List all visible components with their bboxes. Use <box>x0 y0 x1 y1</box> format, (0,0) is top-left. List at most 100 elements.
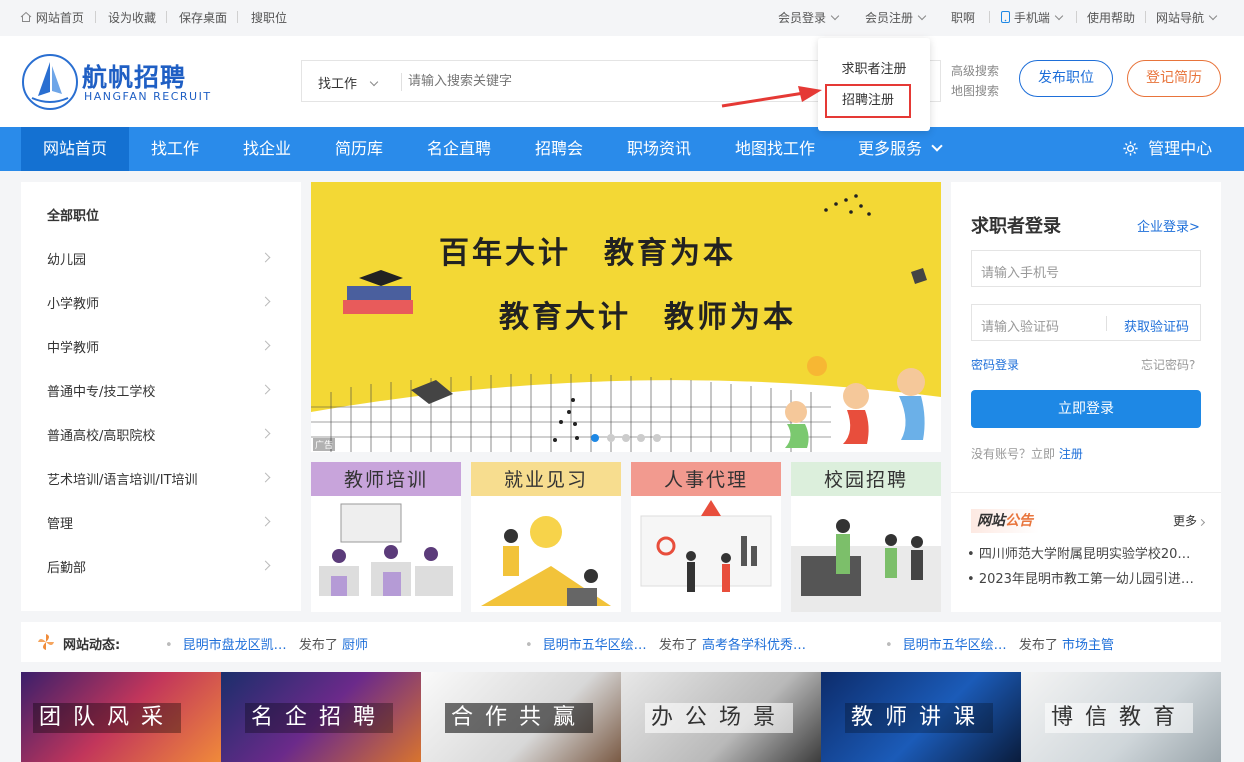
tile-label: 名企招聘 <box>245 703 394 733</box>
campus-illustration <box>791 519 941 612</box>
notice-item-text: 2023年昆明市教工第一幼儿园引进… <box>978 572 1194 587</box>
member-register-menu[interactable]: 会员注册 <box>865 9 927 26</box>
gear-icon <box>1123 141 1138 156</box>
divider <box>401 73 402 91</box>
map-search-link[interactable]: 地图搜索 <box>951 82 999 99</box>
card-personnel-agency[interactable]: 人事代理 <box>631 462 781 612</box>
nav-item-top-companies[interactable]: 名企直聘 <box>418 127 500 171</box>
carousel-dot-5[interactable] <box>653 434 661 442</box>
notice-more-link[interactable]: 更多 <box>1173 512 1206 529</box>
feature-tiles: 团队风采 名企招聘 合作共赢 办公场景 教师讲课 博信教育 <box>21 672 1221 762</box>
dynamics-verb: 发布了 <box>298 638 338 653</box>
employer-register-highlight[interactable]: 招聘注册 <box>825 84 911 118</box>
sidebar-item-middle-teacher[interactable]: 中学教师 <box>47 337 99 356</box>
get-code-button[interactable]: 获取验证码 <box>1124 316 1189 335</box>
nav-item-more-services[interactable]: 更多服务 <box>858 127 948 171</box>
forgot-password-link[interactable]: 忘记密码? <box>1141 356 1195 373</box>
chevron-down-icon <box>369 77 379 87</box>
login-submit-button[interactable]: 立即登录 <box>971 390 1201 428</box>
dynamics-entry[interactable]: • 昆明市五华区绘… 发布了 市场主管 <box>885 634 1114 653</box>
sidebar-item-vocational-school[interactable]: 普通中专/技工学校 <box>47 381 155 400</box>
tile-label: 教师讲课 <box>845 703 994 733</box>
chevron-right-icon <box>260 472 271 483</box>
card-employment-internship[interactable]: 就业见习 <box>471 462 621 612</box>
site-dynamics-bar: 网站动态: • 昆明市盘龙区凯… 发布了 厨师 • 昆明市五华区绘… 发布了 高考各… <box>21 622 1221 662</box>
site-nav-label: 网站导航 <box>1156 11 1205 25</box>
admin-center-link[interactable]: 管理中心 <box>1122 127 1218 171</box>
sidebar-item-primary-teacher[interactable]: 小学教师 <box>47 293 99 312</box>
tile-cooperation[interactable]: 合作共赢 <box>421 672 621 762</box>
sidebar-item-management[interactable]: 管理 <box>47 513 73 532</box>
member-login-menu[interactable]: 会员登录 <box>778 9 840 26</box>
tile-top-recruit[interactable]: 名企招聘 <box>221 672 421 762</box>
card-campus-recruit[interactable]: 校园招聘 <box>791 462 941 612</box>
dynamics-entry[interactable]: • 昆明市五华区绘… 发布了 高考各学科优秀… <box>525 634 806 653</box>
post-job-button[interactable]: 发布职位 <box>1019 60 1113 97</box>
register-resume-button[interactable]: 登记简历 <box>1127 60 1221 97</box>
banner-slogan-line2: 教育大计 教师为本 <box>499 300 796 335</box>
mobile-menu[interactable]: 手机端 <box>1001 9 1064 26</box>
top-jobs-link[interactable]: 职啊 <box>951 9 975 26</box>
notice-item[interactable]: • 2023年昆明市教工第一幼儿园引进… <box>967 568 1194 587</box>
company-login-link[interactable]: 企业登录> <box>1137 216 1200 235</box>
phone-field[interactable]: 请输入手机号 <box>971 250 1201 287</box>
chevron-right-icon <box>260 252 271 263</box>
more-label: 更多 <box>1173 514 1198 528</box>
nav-item-map-jobs[interactable]: 地图找工作 <box>724 127 826 171</box>
sidebar-header-all-jobs[interactable]: 全部职位 <box>47 205 99 224</box>
nav-item-home[interactable]: 网站首页 <box>21 127 129 171</box>
sidebar-item-college[interactable]: 普通高校/高职院校 <box>47 425 155 444</box>
jobseeker-register-item[interactable]: 求职者注册 <box>818 58 930 77</box>
password-login-link[interactable]: 密码登录 <box>971 356 1019 373</box>
notice-item[interactable]: • 四川师范大学附属昆明实验学校20… <box>967 543 1190 562</box>
top-favorite-link[interactable]: 设为收藏 <box>108 9 156 26</box>
agency-illustration <box>640 500 772 592</box>
register-link[interactable]: 注册 <box>1059 447 1083 461</box>
job-category-sidebar: 全部职位 幼儿园 小学教师 中学教师 普通中专/技工学校 普通高校/高职院校 艺… <box>21 182 301 611</box>
nav-item-find-jobs[interactable]: 找工作 <box>140 127 210 171</box>
nav-item-resume-library[interactable]: 简历库 <box>324 127 394 171</box>
nav-item-career-news[interactable]: 职场资讯 <box>618 127 700 171</box>
advanced-search-link[interactable]: 高级搜索 <box>951 62 999 79</box>
carousel-dot-3[interactable] <box>622 434 630 442</box>
site-logo[interactable] <box>22 54 78 110</box>
tile-label: 团队风采 <box>33 703 182 733</box>
nav-item-find-companies[interactable]: 找企业 <box>232 127 302 171</box>
site-header: 航帆招聘 HANGFAN RECRUIT 找工作 高级搜索 地图搜索 发布职位 … <box>0 36 1244 127</box>
chevron-right-icon <box>260 296 271 307</box>
login-title: 求职者登录 <box>971 216 1061 237</box>
sidebar-item-logistics[interactable]: 后勤部 <box>47 557 86 576</box>
verification-code-field[interactable]: 请输入验证码 获取验证码 <box>971 304 1201 341</box>
dynamics-entry[interactable]: • 昆明市盘龙区凯… 发布了 厨师 <box>165 634 368 653</box>
card-title: 教师培训 <box>311 462 461 496</box>
chevron-right-icon <box>260 340 271 351</box>
tile-office[interactable]: 办公场景 <box>621 672 821 762</box>
divider <box>237 11 238 23</box>
card-teacher-training[interactable]: 教师培训 <box>311 462 461 612</box>
top-save-desktop-link[interactable]: 保存桌面 <box>179 9 227 26</box>
tile-teaching[interactable]: 教师讲课 <box>821 672 1021 762</box>
help-link[interactable]: 使用帮助 <box>1087 9 1135 26</box>
member-login-label: 会员登录 <box>778 11 827 25</box>
mobile-label: 手机端 <box>1013 11 1050 25</box>
carousel-dot-4[interactable] <box>637 434 645 442</box>
no-account-text: 没有账号？立即 <box>971 447 1056 461</box>
carousel-dot-1[interactable] <box>591 434 599 442</box>
hero-banner[interactable]: 百年大计 教育为本 教育大计 教师为本 广告 <box>311 182 941 452</box>
search-type-select[interactable]: 找工作 <box>318 73 379 92</box>
card-title: 人事代理 <box>631 462 781 496</box>
top-search-jobs-link[interactable]: 搜职位 <box>251 9 287 26</box>
internship-illustration <box>481 516 611 606</box>
carousel-dot-2[interactable] <box>607 434 615 442</box>
sidebar-item-training[interactable]: 艺术培训/语言培训/IT培训 <box>47 469 198 488</box>
chevron-down-icon <box>1054 11 1064 21</box>
banner-slogan-line1: 百年大计 教育为本 <box>439 236 736 271</box>
top-home-link[interactable]: 网站首页 <box>20 9 84 26</box>
tile-boxin-education[interactable]: 博信教育 <box>1021 672 1221 762</box>
sidebar-item-kindergarten[interactable]: 幼儿园 <box>47 249 86 268</box>
site-nav-menu[interactable]: 网站导航 <box>1156 9 1218 26</box>
no-account-hint: 没有账号？立即 注册 <box>971 445 1083 462</box>
tile-label: 博信教育 <box>1045 703 1194 733</box>
tile-team[interactable]: 团队风采 <box>21 672 221 762</box>
nav-item-job-fairs[interactable]: 招聘会 <box>524 127 594 171</box>
